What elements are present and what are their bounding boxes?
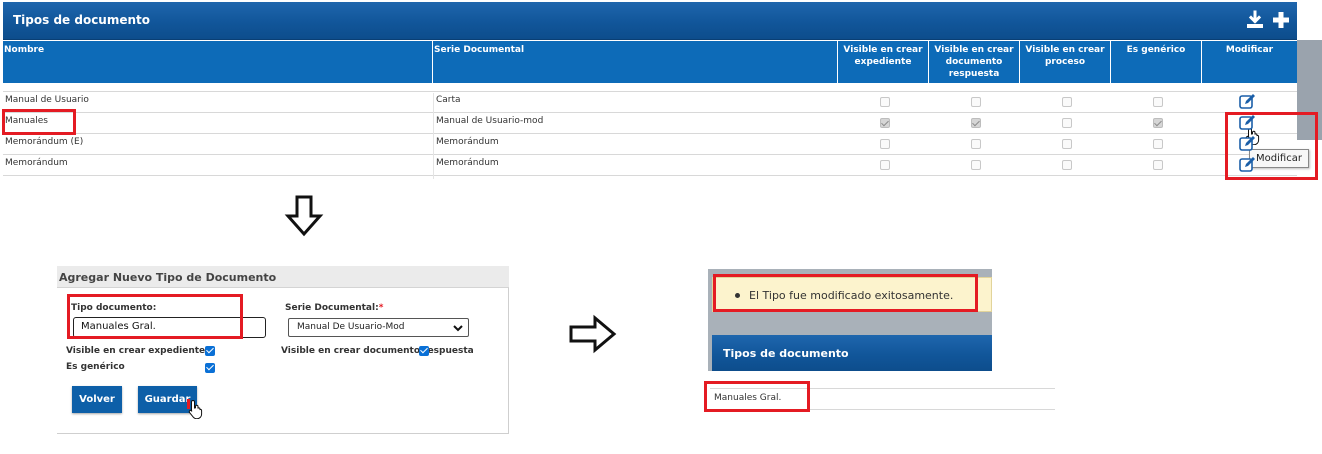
row-checkbox[interactable]: [1062, 160, 1072, 170]
row-nombre: Memorándum: [5, 158, 68, 168]
header-generico[interactable]: Es genérico: [1111, 41, 1202, 83]
chevron-down-icon: [453, 325, 463, 332]
table-row: Manual de Usuario Carta: [3, 92, 1297, 113]
visible-expediente-label: Visible en crear expediente: [66, 346, 206, 356]
add-document-type-form: Agregar Nuevo Tipo de Documento Tipo doc…: [57, 266, 509, 434]
row-checkbox[interactable]: [880, 97, 890, 107]
header-visible-expediente[interactable]: Visible en crear expediente: [838, 41, 929, 83]
table-row: Manuales Manual de Usuario-mod: [3, 113, 1297, 134]
header-visible-proceso[interactable]: Visible en crear proceso: [1020, 41, 1111, 83]
row-serie: Memorándum: [436, 137, 499, 147]
volver-button[interactable]: Volver: [72, 386, 122, 413]
panel-title: Tipos de documento: [13, 13, 151, 27]
arrow-right-icon: [569, 314, 617, 354]
header-serie[interactable]: Serie Documental: [433, 41, 838, 83]
es-generico-label: Es genérico: [66, 362, 125, 372]
row-checkbox[interactable]: [1153, 97, 1163, 107]
serie-documental-value: Manual De Usuario-Mod: [297, 322, 405, 332]
panel-header-bar: Tipos de documento: [3, 2, 1297, 40]
row-checkbox[interactable]: [971, 160, 981, 170]
row-serie: Memorándum: [436, 158, 499, 168]
row-serie: Carta: [436, 95, 461, 105]
row-checkbox[interactable]: [880, 118, 890, 128]
table-header-row: Nombre Serie Documental Visible en crear…: [3, 41, 1297, 83]
header-modificar: Modificar: [1225, 45, 1274, 55]
row-checkbox[interactable]: [971, 139, 981, 149]
arrow-down-icon: [284, 195, 324, 237]
edit-icon[interactable]: [1239, 93, 1257, 109]
form-title: Agregar Nuevo Tipo de Documento: [59, 271, 277, 284]
row-checkbox[interactable]: [880, 160, 890, 170]
row-checkbox[interactable]: [1153, 118, 1163, 128]
download-icon[interactable]: [1245, 10, 1265, 30]
table-row: Memorándum (E) Memorándum: [3, 134, 1297, 155]
row-nombre: Memorándum (E): [5, 137, 84, 147]
header-nombre[interactable]: Nombre: [3, 41, 433, 83]
result-title: Tipos de documento: [723, 347, 849, 360]
highlight-tipo-documento: [67, 294, 243, 339]
row-checkbox[interactable]: [1153, 160, 1163, 170]
visible-expediente-checkbox[interactable]: [205, 346, 215, 356]
header-visible-respuesta[interactable]: Visible en crear documento respuesta: [929, 41, 1020, 83]
row-checkbox[interactable]: [880, 139, 890, 149]
edit-icon[interactable]: [1239, 114, 1257, 130]
result-header-bar: Tipos de documento: [712, 335, 992, 371]
visible-respuesta-checkbox[interactable]: [419, 346, 429, 356]
row-checkbox[interactable]: [971, 97, 981, 107]
edit-icon[interactable]: [1239, 156, 1257, 172]
plus-icon[interactable]: [1271, 10, 1291, 30]
es-generico-checkbox[interactable]: [205, 363, 215, 373]
serie-documental-label: Serie Documental:*: [285, 303, 384, 313]
required-marker: *: [378, 303, 384, 313]
row-checkbox[interactable]: [1062, 97, 1072, 107]
row-serie: Manual de Usuario-mod: [436, 116, 544, 126]
row-checkbox[interactable]: [1153, 139, 1163, 149]
serie-documental-select[interactable]: Manual De Usuario-Mod: [288, 318, 469, 337]
modify-tooltip: Modificar: [1249, 149, 1309, 168]
highlight-success-message: [713, 274, 978, 312]
hand-cursor-icon: [188, 399, 203, 419]
edit-icon[interactable]: [1239, 135, 1257, 151]
form-header: Agregar Nuevo Tipo de Documento: [57, 266, 509, 288]
table-row: Memorándum Memorándum: [3, 155, 1297, 176]
row-checkbox[interactable]: [1062, 118, 1072, 128]
row-checkbox[interactable]: [971, 118, 981, 128]
highlight-manuales: [2, 109, 76, 135]
highlight-result-row: [704, 381, 810, 412]
visible-respuesta-label: Visible en crear documento respuesta: [281, 346, 474, 356]
column-divider: [433, 93, 434, 179]
row-checkbox[interactable]: [1062, 139, 1072, 149]
